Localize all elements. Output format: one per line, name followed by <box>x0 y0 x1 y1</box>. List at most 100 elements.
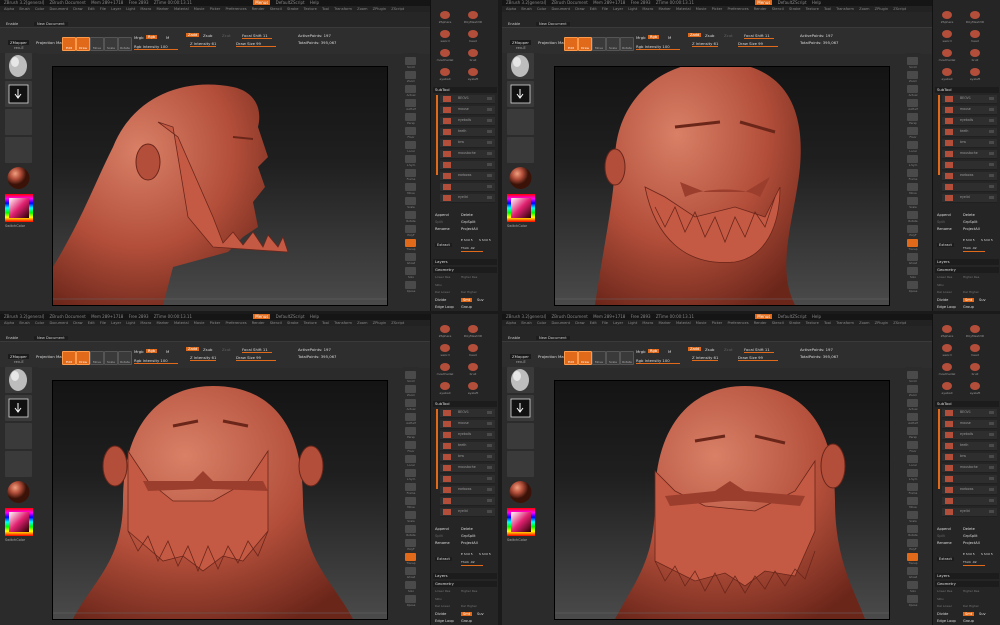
visibility-eye-icon[interactable] <box>989 444 994 447</box>
scale-icon[interactable] <box>405 511 416 519</box>
menu-item[interactable]: Edit <box>88 321 95 325</box>
menu-item[interactable]: Layer <box>613 7 623 11</box>
edit-button[interactable]: Edit <box>62 351 76 365</box>
menu-item[interactable]: Macro <box>642 7 653 11</box>
brush-thumb[interactable] <box>941 381 953 391</box>
subtool-item[interactable]: BEOV1 <box>942 95 997 104</box>
menu-item[interactable]: Alpha <box>4 321 14 325</box>
move-button[interactable]: Move <box>90 351 104 365</box>
visibility-eye-icon[interactable] <box>989 510 994 513</box>
brush-thumb[interactable] <box>439 10 451 20</box>
brush-thumb[interactable] <box>467 343 479 353</box>
menu-item[interactable]: Alpha <box>4 7 14 11</box>
brush-thumb[interactable] <box>467 48 479 58</box>
thick-slider[interactable]: Thick .02 <box>461 560 475 564</box>
subtool-item[interactable]: teeth <box>440 128 495 137</box>
floor-icon[interactable] <box>907 441 918 449</box>
menu-item[interactable]: Preferences <box>727 321 748 325</box>
brush-thumb[interactable] <box>439 48 451 58</box>
move-button[interactable]: Move <box>592 37 606 51</box>
draw-button[interactable]: Draw <box>578 37 592 51</box>
menu-item[interactable]: Stencil <box>270 7 282 11</box>
delete-button[interactable]: Delete <box>461 213 473 217</box>
new-document-button[interactable]: New Document <box>34 22 68 26</box>
aahalf-icon[interactable] <box>907 99 918 107</box>
switch-color-label[interactable]: SwitchColor <box>507 538 527 542</box>
lsym-icon[interactable] <box>907 469 918 477</box>
append-button[interactable]: Append <box>435 213 449 217</box>
m-button[interactable]: M <box>668 349 671 354</box>
project-all-button[interactable]: ProjectAll <box>963 227 980 231</box>
polyf-icon[interactable] <box>405 225 416 233</box>
help-tab[interactable]: Help <box>812 314 821 319</box>
subtool-item[interactable]: brw <box>440 453 495 462</box>
split-button[interactable]: Split <box>937 534 945 538</box>
menu-item[interactable]: Macro <box>642 321 653 325</box>
menu-item[interactable]: Draw <box>575 321 584 325</box>
layers-header[interactable]: Layers <box>935 573 999 579</box>
visibility-eye-icon[interactable] <box>989 163 994 166</box>
subtool-item[interactable]: earbows <box>440 172 495 181</box>
visibility-eye-icon[interactable] <box>989 174 994 177</box>
del-higher-button[interactable]: Del Higher <box>461 604 477 608</box>
switch-color-label[interactable]: SwitchColor <box>5 538 25 542</box>
menu-item[interactable]: Tool <box>322 321 329 325</box>
visibility-eye-icon[interactable] <box>989 152 994 155</box>
floor-icon[interactable] <box>405 127 416 135</box>
scale-icon[interactable] <box>907 197 918 205</box>
brush-thumb[interactable] <box>439 67 451 77</box>
thick-slider[interactable]: Thick .02 <box>963 560 977 564</box>
smt-button[interactable]: Smt <box>963 298 975 302</box>
enable-button[interactable]: Enable <box>508 22 520 26</box>
stroke-selector[interactable] <box>5 81 32 107</box>
visibility-eye-icon[interactable] <box>487 488 492 491</box>
subtool-item[interactable] <box>440 475 495 484</box>
subtool-item[interactable] <box>440 161 495 170</box>
rgb-button[interactable]: Rgb <box>648 349 660 353</box>
menu-item[interactable]: Color <box>537 7 546 11</box>
rgb-button[interactable]: Rgb <box>648 35 660 39</box>
enable-button[interactable]: Enable <box>6 336 18 340</box>
append-button[interactable]: Append <box>937 213 951 217</box>
menu-item[interactable]: Transform <box>836 321 854 325</box>
higher-res-button[interactable]: Higher Res <box>461 275 477 279</box>
material-selector[interactable] <box>507 479 534 505</box>
del-higher-button[interactable]: Del Higher <box>963 604 979 608</box>
smt-button[interactable]: Smt <box>461 612 473 616</box>
menu-item[interactable]: Marker <box>156 7 168 11</box>
visibility-eye-icon[interactable] <box>487 185 492 188</box>
menu-item[interactable]: Zoom <box>357 321 367 325</box>
actual-icon[interactable] <box>907 85 918 93</box>
menu-item[interactable]: Stencil <box>772 321 784 325</box>
subtool-header[interactable]: SubTool <box>433 87 497 93</box>
subtool-item[interactable] <box>942 183 997 192</box>
menu-item[interactable]: Preferences <box>225 7 246 11</box>
rotate-icon[interactable] <box>907 211 918 219</box>
menu-item[interactable]: Alpha <box>506 321 516 325</box>
menus-tab[interactable]: Menus <box>755 314 773 319</box>
subtool-header[interactable]: SubTool <box>433 401 497 407</box>
split-button[interactable]: Split <box>435 534 443 538</box>
menu-item[interactable]: Material <box>676 321 691 325</box>
brush-thumb[interactable] <box>941 29 953 39</box>
scale-icon[interactable] <box>907 511 918 519</box>
subtool-item[interactable]: eyelid <box>440 194 495 203</box>
menu-item[interactable]: ZScript <box>391 7 404 11</box>
menu-item[interactable]: Stroke <box>287 321 298 325</box>
subtool-item[interactable]: earbows <box>942 172 997 181</box>
subtool-item[interactable]: teeth <box>440 442 495 451</box>
visibility-eye-icon[interactable] <box>989 488 994 491</box>
menu-item[interactable]: Marker <box>156 321 168 325</box>
visibility-eye-icon[interactable] <box>487 477 492 480</box>
subtool-item[interactable]: moustache <box>942 150 997 159</box>
menu-item[interactable]: Picker <box>712 7 723 11</box>
menu-item[interactable]: Marker <box>658 321 670 325</box>
default-zscript-tab[interactable]: DefaultZScript <box>276 314 305 319</box>
project-all-button[interactable]: ProjectAll <box>461 227 478 231</box>
menu-item[interactable]: Draw <box>73 7 82 11</box>
group-split-button[interactable]: GrpSplit <box>461 220 476 224</box>
lower-res-button[interactable]: Lower Res <box>435 589 450 593</box>
texture-selector[interactable] <box>507 137 534 163</box>
subtool-item[interactable]: eyeballs <box>942 117 997 126</box>
split-button[interactable]: Split <box>937 220 945 224</box>
